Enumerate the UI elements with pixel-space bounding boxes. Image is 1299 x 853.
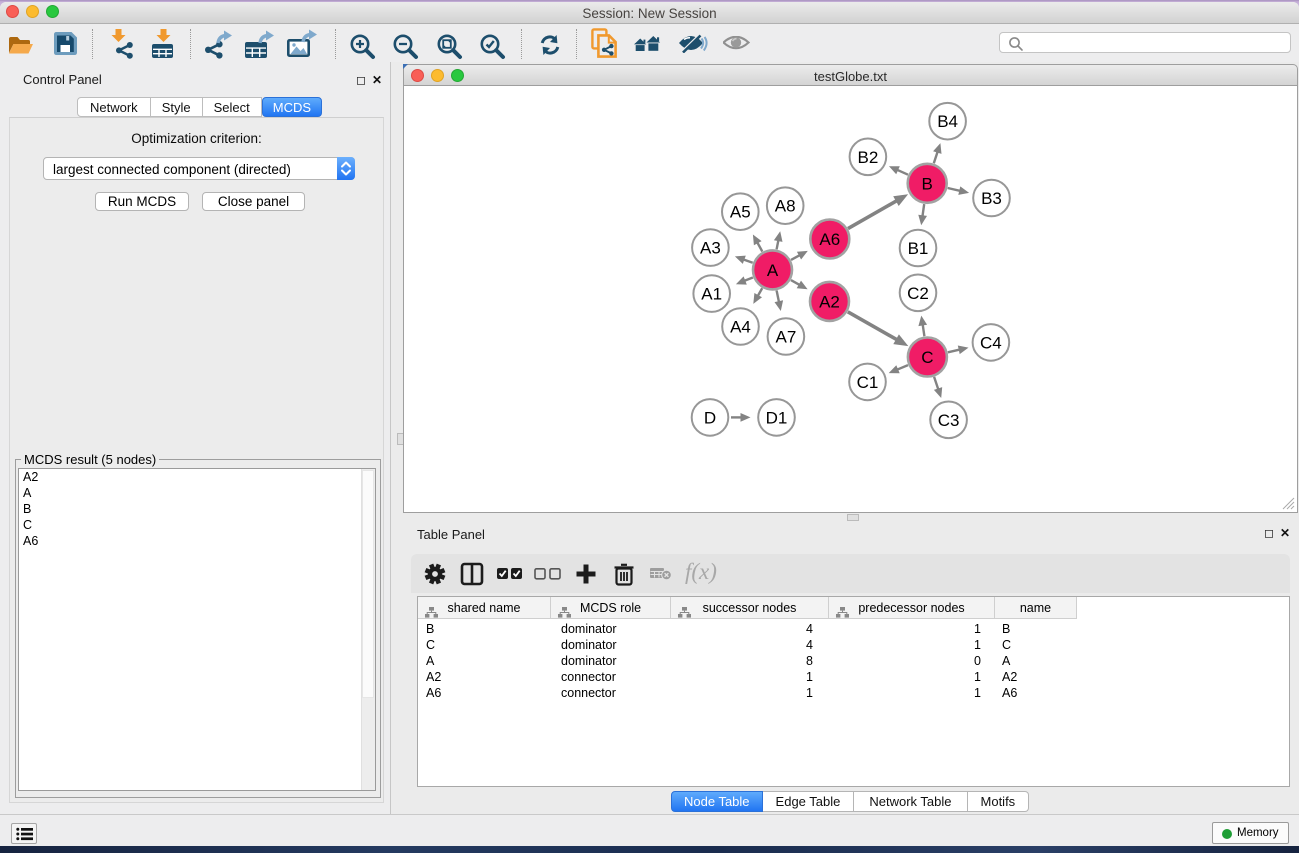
svg-text:A3: A3 (700, 239, 721, 258)
svg-text:A: A (767, 261, 779, 280)
svg-text:B: B (922, 174, 933, 193)
svg-text:B3: B3 (981, 189, 1002, 208)
svg-text:D1: D1 (766, 408, 788, 427)
svg-text:C1: C1 (857, 373, 879, 392)
svg-text:B1: B1 (908, 239, 929, 258)
svg-text:D: D (704, 408, 716, 427)
svg-text:B4: B4 (937, 112, 958, 131)
svg-text:C2: C2 (907, 284, 929, 303)
svg-text:A1: A1 (701, 285, 722, 304)
svg-text:A7: A7 (776, 328, 797, 347)
svg-text:A6: A6 (819, 230, 840, 249)
svg-text:C: C (921, 348, 933, 367)
svg-text:C4: C4 (980, 333, 1002, 352)
svg-text:A5: A5 (730, 203, 751, 222)
svg-text:A4: A4 (730, 318, 751, 337)
svg-text:B2: B2 (858, 148, 879, 167)
svg-text:C3: C3 (938, 411, 960, 430)
svg-text:A2: A2 (819, 292, 840, 311)
svg-text:A8: A8 (775, 197, 796, 216)
